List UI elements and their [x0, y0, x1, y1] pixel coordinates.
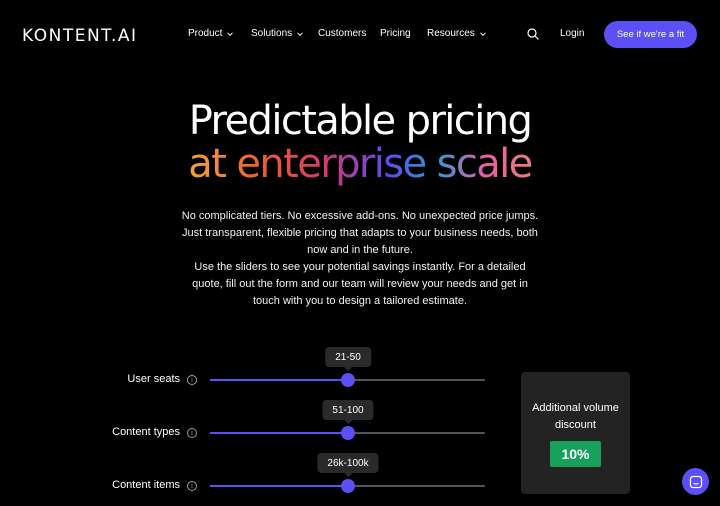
volume-discount-card: Additional volume discount 10% — [521, 372, 630, 494]
discount-title: Additional volume discount — [532, 402, 619, 431]
content-items-value-tooltip: 26k-100k — [317, 453, 379, 477]
content-types-label: Content types — [112, 426, 180, 438]
slider-thumb[interactable] — [340, 373, 355, 387]
chevron-down-icon — [227, 31, 234, 36]
nav-item-customers[interactable]: Customers — [318, 28, 366, 39]
user-seats-label: User seats — [127, 373, 180, 385]
nav-item-label: Pricing — [380, 28, 411, 39]
nav-item-label: Product — [188, 28, 223, 39]
info-icon[interactable]: i — [187, 481, 197, 491]
nav-item-product[interactable]: Product — [188, 28, 235, 39]
chevron-down-icon — [479, 31, 486, 36]
login-link[interactable]: Login — [560, 28, 584, 39]
content-types-slider[interactable] — [210, 426, 485, 440]
content-items-slider[interactable] — [210, 479, 485, 493]
search-icon[interactable] — [526, 27, 540, 41]
nav-item-label: Solutions — [251, 28, 293, 39]
gradient-title-text: at enterprise scale — [188, 141, 533, 187]
hero-title-line-2: at enterprise scale — [0, 141, 720, 187]
slider-fill — [210, 379, 348, 381]
nav-item-pricing[interactable]: Pricing — [380, 28, 411, 39]
info-icon[interactable]: i — [187, 375, 197, 385]
hero-description-2: Use the sliders to see your potential sa… — [192, 261, 528, 307]
nav-item-resources[interactable]: Resources — [427, 28, 488, 39]
slider-thumb[interactable] — [340, 479, 355, 493]
discount-badge: 10% — [550, 441, 601, 467]
hero-title-line-1: Predictable pricing — [188, 98, 533, 144]
chat-icon — [689, 475, 702, 488]
content-types-value-tooltip: 51-100 — [322, 400, 374, 424]
see-if-fit-button[interactable]: See if we're a fit — [604, 21, 697, 48]
top-navigation: KONTENT.AI Product Solutions Customers P… — [0, 0, 720, 70]
info-icon[interactable]: i — [187, 428, 197, 438]
user-seats-value-tooltip: 21-50 — [325, 347, 371, 371]
user-seats-slider[interactable] — [210, 373, 485, 387]
nav-item-label: Resources — [427, 28, 475, 39]
nav-item-label: Customers — [318, 28, 367, 39]
kontent-logo[interactable]: KONTENT.AI — [22, 26, 138, 46]
slider-fill — [210, 485, 348, 487]
nav-item-solutions[interactable]: Solutions — [251, 28, 305, 39]
chevron-down-icon — [297, 31, 303, 36]
content-items-label: Content items — [112, 479, 180, 491]
slider-fill — [210, 432, 348, 434]
hero-description-1: No complicated tiers. No excessive add-o… — [181, 210, 539, 256]
slider-thumb[interactable] — [340, 426, 355, 440]
chat-launcher-button[interactable] — [682, 468, 709, 495]
